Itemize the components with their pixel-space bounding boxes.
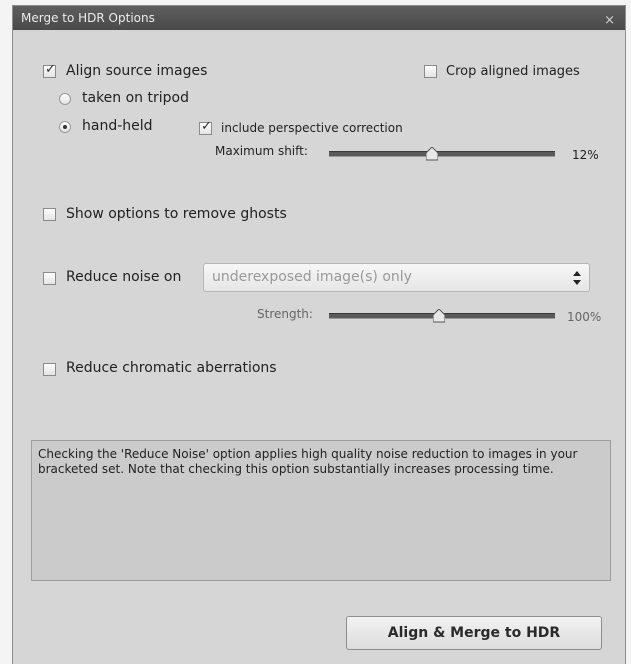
perspective-correction-label: include perspective correction bbox=[221, 121, 403, 135]
align-source-images-label: Align source images bbox=[66, 63, 208, 79]
tripod-label: taken on tripod bbox=[82, 90, 189, 106]
remove-ghosts-label: Show options to remove ghosts bbox=[66, 206, 287, 222]
align-source-images-checkbox[interactable]: ✓ bbox=[43, 62, 56, 78]
checkmark-icon: ✓ bbox=[45, 62, 56, 77]
crop-aligned-images-label: Crop aligned images bbox=[446, 64, 580, 79]
maximum-shift-label: Maximum shift: bbox=[215, 144, 308, 158]
hand-held-label: hand-held bbox=[82, 118, 153, 134]
close-icon[interactable]: × bbox=[604, 9, 615, 33]
reduce-noise-label: Reduce noise on bbox=[66, 269, 182, 285]
info-description-text: Checking the 'Reduce Noise' option appli… bbox=[38, 447, 578, 476]
remove-ghosts-checkbox[interactable] bbox=[43, 208, 56, 221]
hand-held-radio[interactable] bbox=[59, 121, 71, 133]
tripod-radio[interactable] bbox=[59, 93, 71, 105]
info-description-box: Checking the 'Reduce Noise' option appli… bbox=[31, 440, 611, 581]
merge-to-hdr-dialog: Merge to HDR Options × ✓ Align source im… bbox=[12, 5, 626, 664]
slider-thumb-icon[interactable] bbox=[426, 147, 438, 161]
checkmark-icon: ✓ bbox=[201, 119, 212, 134]
dialog-title: Merge to HDR Options bbox=[21, 11, 155, 25]
up-down-arrows-icon bbox=[573, 271, 581, 285]
maximum-shift-slider[interactable] bbox=[329, 151, 555, 157]
strength-value: 100% bbox=[567, 310, 602, 324]
maximum-shift-value: 12% bbox=[572, 148, 599, 162]
chromatic-aberrations-label: Reduce chromatic aberrations bbox=[66, 360, 277, 376]
chromatic-aberrations-checkbox[interactable] bbox=[43, 363, 56, 376]
dialog-titlebar: Merge to HDR Options × bbox=[13, 6, 625, 30]
noise-target-select[interactable]: underexposed image(s) only bbox=[203, 263, 590, 292]
strength-label: Strength: bbox=[257, 307, 313, 321]
noise-target-select-value: underexposed image(s) only bbox=[212, 269, 412, 285]
align-merge-to-hdr-button[interactable]: Align & Merge to HDR bbox=[346, 616, 602, 650]
reduce-noise-checkbox[interactable] bbox=[43, 272, 56, 285]
perspective-correction-checkbox[interactable]: ✓ bbox=[199, 119, 212, 135]
slider-thumb-icon[interactable] bbox=[433, 309, 445, 323]
crop-aligned-images-checkbox[interactable] bbox=[424, 65, 437, 78]
